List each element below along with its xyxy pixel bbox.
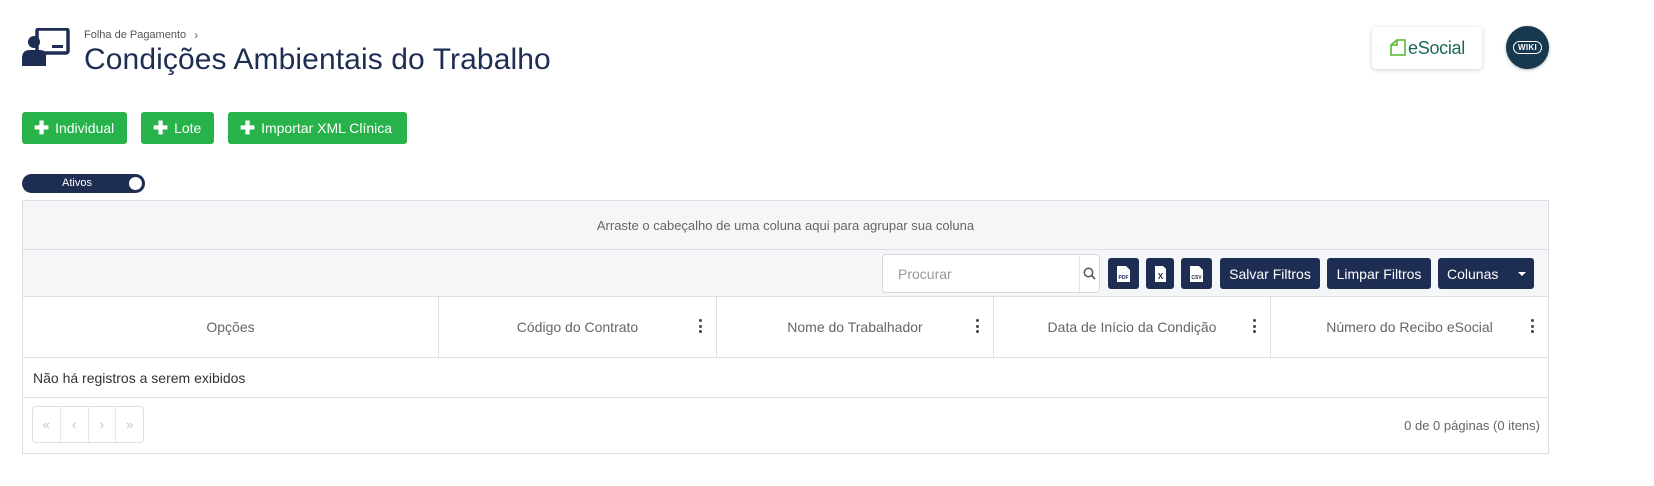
pdf-icon-label: PDF bbox=[1119, 275, 1129, 281]
columns-label: Colunas bbox=[1447, 265, 1499, 282]
column-header-label: Código do Contrato bbox=[516, 319, 639, 335]
csv-icon-label: CSV bbox=[1191, 275, 1202, 281]
add-lote-label: Lote bbox=[174, 120, 202, 136]
column-header-opcoes[interactable]: Opções bbox=[23, 297, 439, 357]
group-panel-text: Arraste o cabeçalho de uma coluna aqui p… bbox=[596, 217, 975, 233]
column-header-label: Nome do Trabalhador bbox=[787, 319, 923, 335]
column-header-label: Opções bbox=[206, 319, 255, 335]
active-toggle-label: Ativos bbox=[62, 177, 92, 189]
empty-message: Não há registros a serem exibidos bbox=[33, 369, 246, 386]
pager: « ‹ › » bbox=[32, 406, 144, 443]
add-individual-button[interactable]: ✚ Individual bbox=[22, 112, 127, 144]
empty-message-row: Não há registros a serem exibidos bbox=[23, 358, 1548, 398]
export-pdf-button[interactable]: PDF bbox=[1108, 258, 1139, 289]
column-header-numero-recibo[interactable]: Número do Recibo eSocial bbox=[1271, 297, 1548, 357]
clear-filters-label: Limpar Filtros bbox=[1336, 265, 1422, 282]
first-page-icon[interactable]: « bbox=[33, 407, 61, 442]
data-grid: Arraste o cabeçalho de uma coluna aqui p… bbox=[22, 200, 1549, 454]
search-icon[interactable] bbox=[1079, 255, 1099, 292]
column-header-label: Número do Recibo eSocial bbox=[1326, 319, 1493, 335]
breadcrumb: Folha de Pagamento › bbox=[84, 28, 198, 42]
clear-filters-button[interactable]: Limpar Filtros bbox=[1327, 258, 1431, 289]
plus-icon: ✚ bbox=[34, 118, 50, 138]
add-lote-button[interactable]: ✚ Lote bbox=[141, 112, 214, 144]
breadcrumb-item[interactable]: Folha de Pagamento bbox=[84, 29, 186, 41]
next-page-icon[interactable]: › bbox=[89, 407, 117, 442]
add-individual-label: Individual bbox=[55, 120, 115, 136]
search-box bbox=[882, 254, 1100, 293]
grid-toolbar: PDF X CSV Salvar Filtros Limpar Filtros … bbox=[23, 250, 1548, 297]
columns-dropdown[interactable]: Colunas bbox=[1438, 258, 1534, 289]
esocial-button[interactable]: eSocial bbox=[1372, 27, 1482, 69]
column-header-label: Data de Início da Condição bbox=[1047, 319, 1217, 335]
excel-icon-label: X bbox=[1157, 272, 1163, 281]
import-xml-button[interactable]: ✚ Importar XML Clínica bbox=[228, 112, 407, 144]
column-header-data-inicio[interactable]: Data de Início da Condição bbox=[994, 297, 1271, 357]
pdf-icon: PDF bbox=[1117, 265, 1130, 282]
import-xml-label: Importar XML Clínica bbox=[261, 120, 393, 136]
column-header-codigo-contrato[interactable]: Código do Contrato bbox=[439, 297, 717, 357]
esocial-logo-icon bbox=[1390, 39, 1406, 56]
export-csv-button[interactable]: CSV bbox=[1181, 258, 1212, 289]
worker-presentation-icon bbox=[22, 28, 70, 66]
column-menu-icon[interactable] bbox=[1252, 319, 1256, 333]
column-menu-icon[interactable] bbox=[975, 319, 979, 333]
esocial-label: eSocial bbox=[1408, 37, 1465, 58]
active-toggle[interactable]: Ativos bbox=[22, 174, 145, 193]
excel-icon: X bbox=[1154, 265, 1166, 282]
group-panel[interactable]: Arraste o cabeçalho de uma coluna aqui p… bbox=[23, 201, 1548, 250]
wiki-button[interactable]: WIKI bbox=[1506, 26, 1549, 69]
plus-icon: ✚ bbox=[153, 118, 169, 138]
last-page-icon[interactable]: » bbox=[116, 407, 143, 442]
pager-info: 0 de 0 páginas (0 itens) bbox=[1404, 418, 1540, 433]
caret-down-icon bbox=[1518, 271, 1527, 276]
page-title: Condições Ambientais do Trabalho bbox=[84, 43, 551, 76]
search-input[interactable] bbox=[883, 255, 1079, 292]
export-excel-button[interactable]: X bbox=[1146, 258, 1174, 289]
column-header-nome-trabalhador[interactable]: Nome do Trabalhador bbox=[717, 297, 994, 357]
prev-page-icon[interactable]: ‹ bbox=[61, 407, 89, 442]
save-filters-button[interactable]: Salvar Filtros bbox=[1220, 258, 1320, 289]
csv-icon: CSV bbox=[1190, 265, 1203, 282]
column-menu-icon[interactable] bbox=[698, 319, 702, 333]
pager-row: « ‹ › » 0 de 0 páginas (0 itens) bbox=[23, 398, 1548, 453]
column-menu-icon[interactable] bbox=[1530, 319, 1534, 333]
plus-icon: ✚ bbox=[240, 118, 256, 138]
save-filters-label: Salvar Filtros bbox=[1229, 265, 1311, 282]
chevron-right-icon: › bbox=[194, 28, 199, 42]
grid-header-row: Opções Código do Contrato Nome do Trabal… bbox=[23, 297, 1548, 358]
wiki-label: WIKI bbox=[1513, 41, 1542, 54]
toggle-knob bbox=[129, 177, 142, 190]
